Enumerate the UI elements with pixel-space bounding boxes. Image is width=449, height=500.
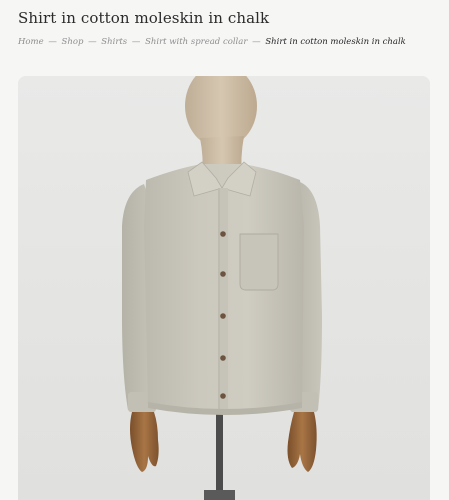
stand-base xyxy=(204,490,235,500)
chest-pocket xyxy=(239,233,279,291)
breadcrumb-shirts-link[interactable]: Shirts xyxy=(101,37,127,47)
breadcrumb-home-link[interactable]: Home xyxy=(18,37,44,47)
breadcrumb-separator: — xyxy=(131,37,141,47)
breadcrumb-spread-collar-link[interactable]: Shirt with spread collar xyxy=(145,37,247,47)
breadcrumb-current: Shirt in cotton moleskin in chalk xyxy=(265,37,406,47)
page-title: Shirt in cotton moleskin in chalk xyxy=(18,9,270,27)
breadcrumb-separator: — xyxy=(48,37,57,47)
product-image[interactable] xyxy=(18,76,430,500)
right-hand xyxy=(287,412,317,472)
mannequin-stand xyxy=(216,406,223,500)
breadcrumb-separator: — xyxy=(88,37,97,47)
shirt-placket xyxy=(218,188,228,410)
breadcrumb: Home — Shop — Shirts — Shirt with spread… xyxy=(18,35,406,49)
breadcrumb-separator: — xyxy=(252,37,261,47)
breadcrumb-shop-link[interactable]: Shop xyxy=(62,37,84,47)
product-photo-shirt xyxy=(18,76,430,500)
